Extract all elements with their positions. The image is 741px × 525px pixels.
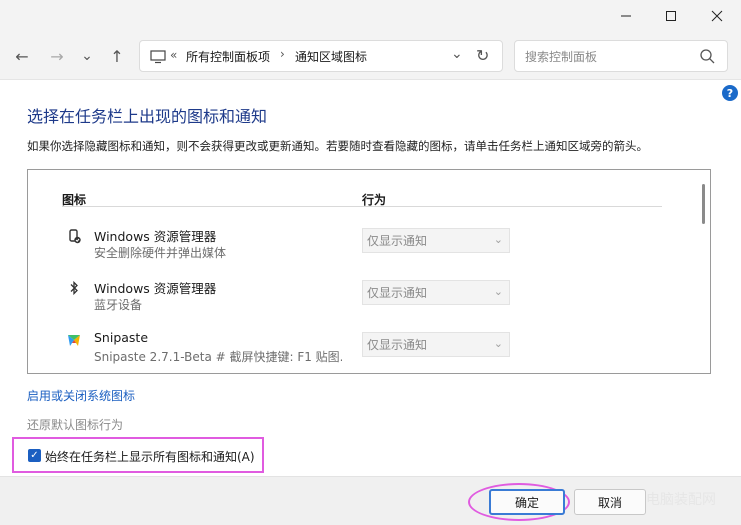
page-title: 选择在任务栏上出现的图标和通知 — [27, 107, 268, 126]
forward-button[interactable]: → — [43, 42, 71, 70]
behavior-value: 仅显示通知 — [367, 338, 428, 352]
behavior-value: 仅显示通知 — [367, 234, 428, 248]
back-arrow-icon: ← — [15, 46, 29, 66]
behavior-dropdown[interactable]: 仅显示通知 ⌄ — [362, 280, 510, 305]
navigation-bar: ← → ⌄ ↑ « 所有控制面板项 › 通知区域图标 ⌄ ↻ 搜索控制面板 — [0, 32, 741, 80]
breadcrumb-separator: › — [280, 47, 285, 61]
snipaste-icon — [66, 332, 82, 348]
show-all-icons-label[interactable]: 始终在任务栏上显示所有图标和通知(A) — [45, 448, 255, 465]
recent-locations-button[interactable]: ⌄ — [73, 42, 101, 70]
back-button[interactable]: ← — [8, 42, 36, 70]
usb-safe-remove-icon — [66, 228, 82, 244]
chevron-down-icon: ⌄ — [493, 233, 503, 246]
header-divider — [62, 206, 662, 207]
list-item: Windows 资源管理器 安全删除硬件并弹出媒体 仅显示通知 ⌄ — [62, 222, 682, 266]
maximize-button[interactable] — [648, 0, 694, 32]
watermark: 电脑装配网 — [646, 492, 716, 508]
breadcrumb-all-items[interactable]: 所有控制面板项 — [186, 48, 270, 65]
cancel-button[interactable]: 取消 — [574, 489, 646, 515]
behavior-dropdown[interactable]: 仅显示通知 ⌄ — [362, 332, 510, 357]
checkmark-icon: ✓ — [30, 450, 39, 461]
chevron-down-icon: ⌄ — [493, 337, 503, 350]
list-item: Windows 资源管理器 蓝牙设备 仅显示通知 ⌄ — [62, 274, 682, 318]
highlight-checkbox-outline: ✓ 始终在任务栏上显示所有图标和通知(A) — [12, 437, 264, 473]
up-arrow-icon: ↑ — [110, 46, 124, 66]
control-panel-icon — [150, 50, 166, 67]
close-icon — [711, 10, 723, 22]
list-scrollbar[interactable] — [702, 184, 705, 224]
search-icon — [700, 49, 715, 67]
close-button[interactable] — [694, 0, 740, 32]
behavior-dropdown[interactable]: 仅显示通知 ⌄ — [362, 228, 510, 253]
row-app-description: 安全删除硬件并弹出媒体 — [94, 246, 227, 260]
title-bar — [0, 0, 741, 32]
system-icons-link[interactable]: 启用或关闭系统图标 — [27, 387, 135, 404]
row-app-name: Snipaste — [94, 330, 149, 345]
help-icon[interactable]: ? — [722, 85, 738, 101]
dialog-footer: 确定 取消 电脑装配网 — [0, 476, 741, 525]
bluetooth-icon — [66, 280, 82, 296]
show-all-icons-checkbox[interactable]: ✓ — [28, 449, 41, 462]
list-item: Snipaste Snipaste 2.7.1-Beta # 截屏快捷键: F1… — [62, 326, 682, 370]
chevron-down-icon: ⌄ — [81, 48, 93, 64]
row-app-description: 蓝牙设备 — [94, 298, 143, 312]
address-bar[interactable]: « 所有控制面板项 › 通知区域图标 ⌄ ↻ — [139, 40, 503, 72]
search-input[interactable]: 搜索控制面板 — [525, 48, 597, 65]
chevron-down-icon: ⌄ — [493, 285, 503, 298]
breadcrumb-notification-icons[interactable]: 通知区域图标 — [295, 48, 367, 65]
row-app-description: Snipaste 2.7.1-Beta # 截屏快捷键: F1 贴图... — [94, 350, 342, 364]
maximize-icon — [666, 11, 676, 21]
minimize-button[interactable] — [603, 0, 649, 32]
search-box[interactable]: 搜索控制面板 — [514, 40, 728, 72]
notification-icons-list[interactable]: 图标 行为 Windows 资源管理器 安全删除硬件并弹出媒体 仅显示通知 ⌄ … — [27, 169, 711, 374]
ok-button[interactable]: 确定 — [489, 489, 565, 515]
minimize-icon — [621, 15, 631, 17]
row-app-name: Windows 资源管理器 — [94, 281, 217, 296]
up-button[interactable]: ↑ — [103, 42, 131, 70]
behavior-value: 仅显示通知 — [367, 286, 428, 300]
page-description: 如果你选择隐藏图标和通知，则不会获得更改或更新通知。若要随时查看隐藏的图标，请单… — [27, 139, 648, 153]
forward-arrow-icon: → — [50, 46, 64, 66]
address-dropdown-icon[interactable]: ⌄ — [451, 46, 463, 62]
restore-default-link: 还原默认图标行为 — [27, 418, 124, 432]
breadcrumb-overflow[interactable]: « — [170, 48, 177, 62]
main-content: ? 选择在任务栏上出现的图标和通知 如果你选择隐藏图标和通知，则不会获得更改或更… — [0, 81, 741, 476]
refresh-icon[interactable]: ↻ — [476, 46, 489, 65]
row-app-name: Windows 资源管理器 — [94, 229, 217, 244]
